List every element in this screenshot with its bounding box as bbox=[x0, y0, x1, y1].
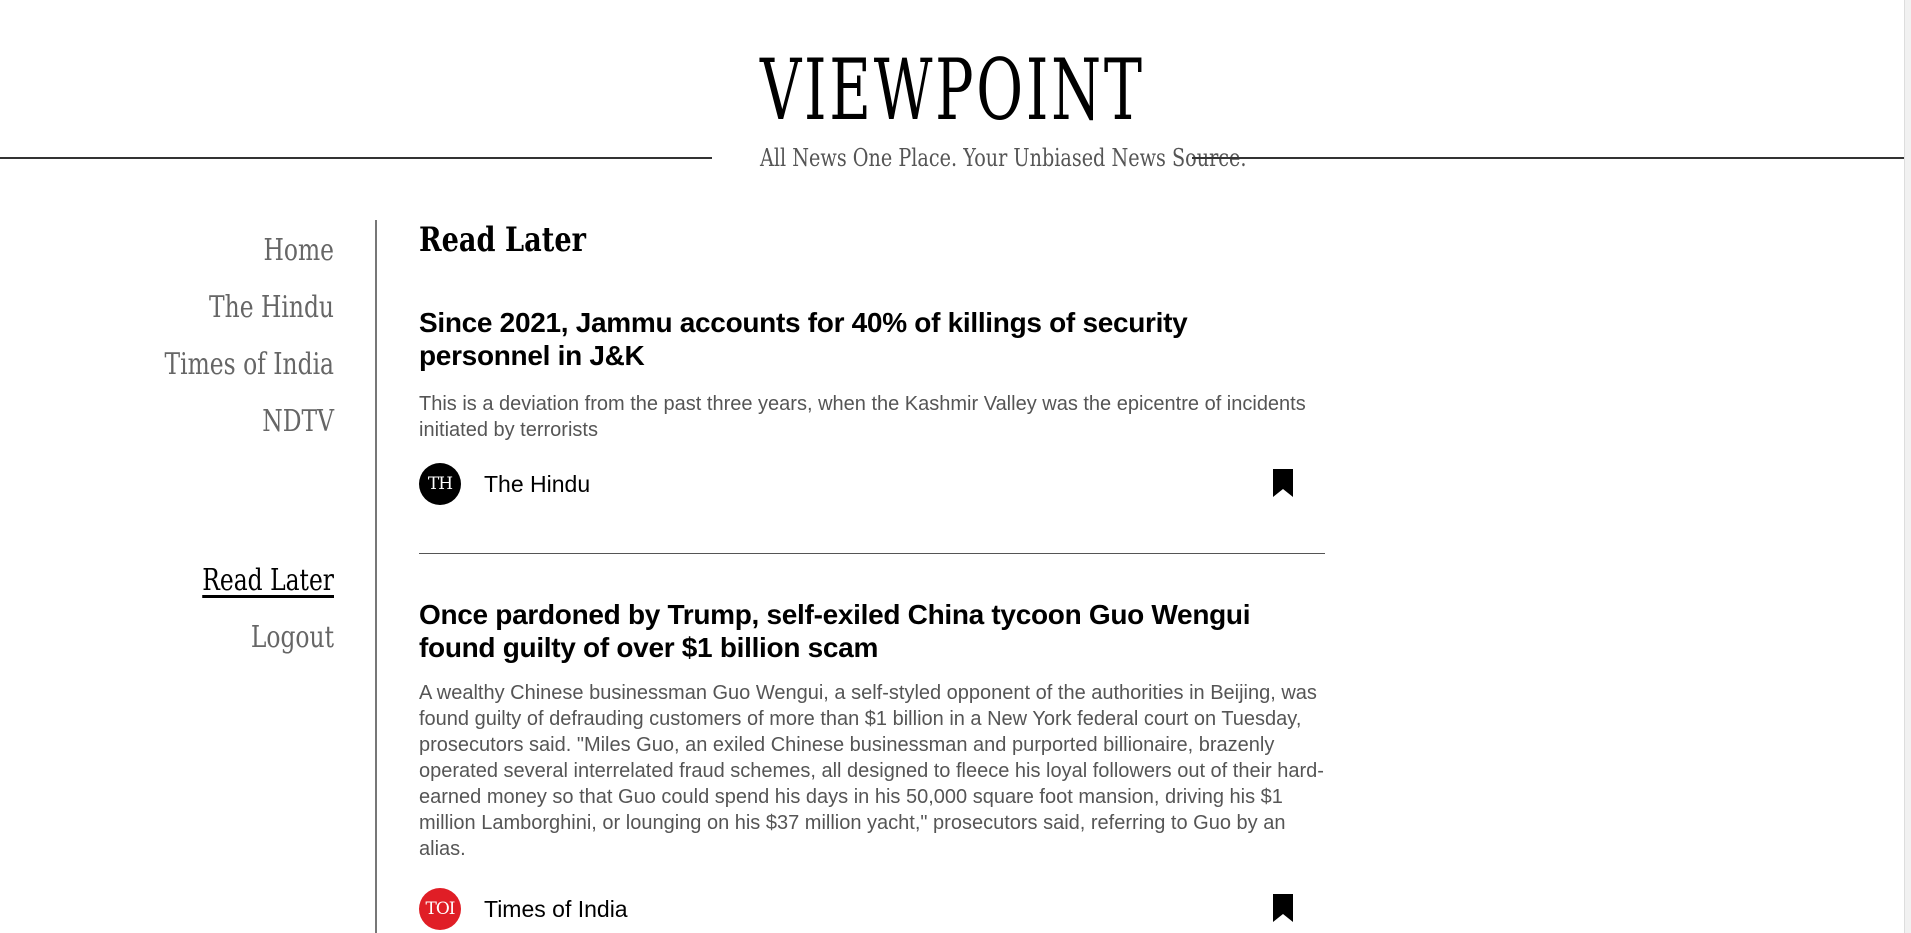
sidebar-nav: Home The Hindu Times of India NDTV Read … bbox=[0, 222, 334, 666]
source-name[interactable]: The Hindu bbox=[484, 463, 590, 505]
sidebar-item-read-later[interactable]: Read Later bbox=[73, 552, 334, 609]
sidebar-item-logout[interactable]: Logout bbox=[73, 609, 334, 666]
page-title: Read Later bbox=[419, 220, 586, 260]
bookmark-filled-icon[interactable] bbox=[1271, 467, 1295, 499]
sidebar-item-home[interactable]: Home bbox=[73, 222, 334, 279]
article-description: A wealthy Chinese businessman Guo Wengui… bbox=[419, 682, 1324, 860]
tagline-row: All News One Place. Your Unbiased News S… bbox=[0, 143, 1905, 173]
article-separator bbox=[419, 553, 1325, 554]
sidebar-divider bbox=[375, 220, 377, 933]
article-meta: TOI Times of India bbox=[419, 888, 1325, 932]
article-title[interactable]: Once pardoned by Trump, self-exiled Chin… bbox=[419, 598, 1325, 664]
article-title[interactable]: Since 2021, Jammu accounts for 40% of ki… bbox=[419, 306, 1325, 372]
main-content: Read Later Since 2021, Jammu accounts fo… bbox=[419, 215, 1325, 932]
article-meta: TH The Hindu bbox=[419, 463, 1325, 507]
source-logo-the-hindu: TH bbox=[419, 463, 461, 505]
site-logo[interactable]: VIEWPOINT bbox=[305, 42, 1600, 138]
article-card: Since 2021, Jammu accounts for 40% of ki… bbox=[419, 306, 1325, 507]
source-name[interactable]: Times of India bbox=[484, 888, 628, 930]
sidebar-item-ndtv[interactable]: NDTV bbox=[73, 393, 334, 450]
sidebar-item-times-of-india[interactable]: Times of India bbox=[73, 336, 334, 393]
bookmark-filled-icon[interactable] bbox=[1271, 892, 1295, 924]
article-description: This is a deviation from the past three … bbox=[419, 393, 1306, 441]
page-scrollbar[interactable] bbox=[1904, 0, 1911, 933]
source-logo-times-of-india: TOI bbox=[419, 888, 461, 930]
tagline-rule-left bbox=[0, 157, 712, 159]
tagline-rule-right bbox=[1192, 157, 1905, 159]
article-card: Once pardoned by Trump, self-exiled Chin… bbox=[419, 598, 1325, 932]
site-tagline: All News One Place. Your Unbiased News S… bbox=[760, 144, 1247, 172]
masthead: VIEWPOINT All News One Place. Your Unbia… bbox=[0, 0, 1905, 180]
sidebar-item-the-hindu[interactable]: The Hindu bbox=[73, 279, 334, 336]
